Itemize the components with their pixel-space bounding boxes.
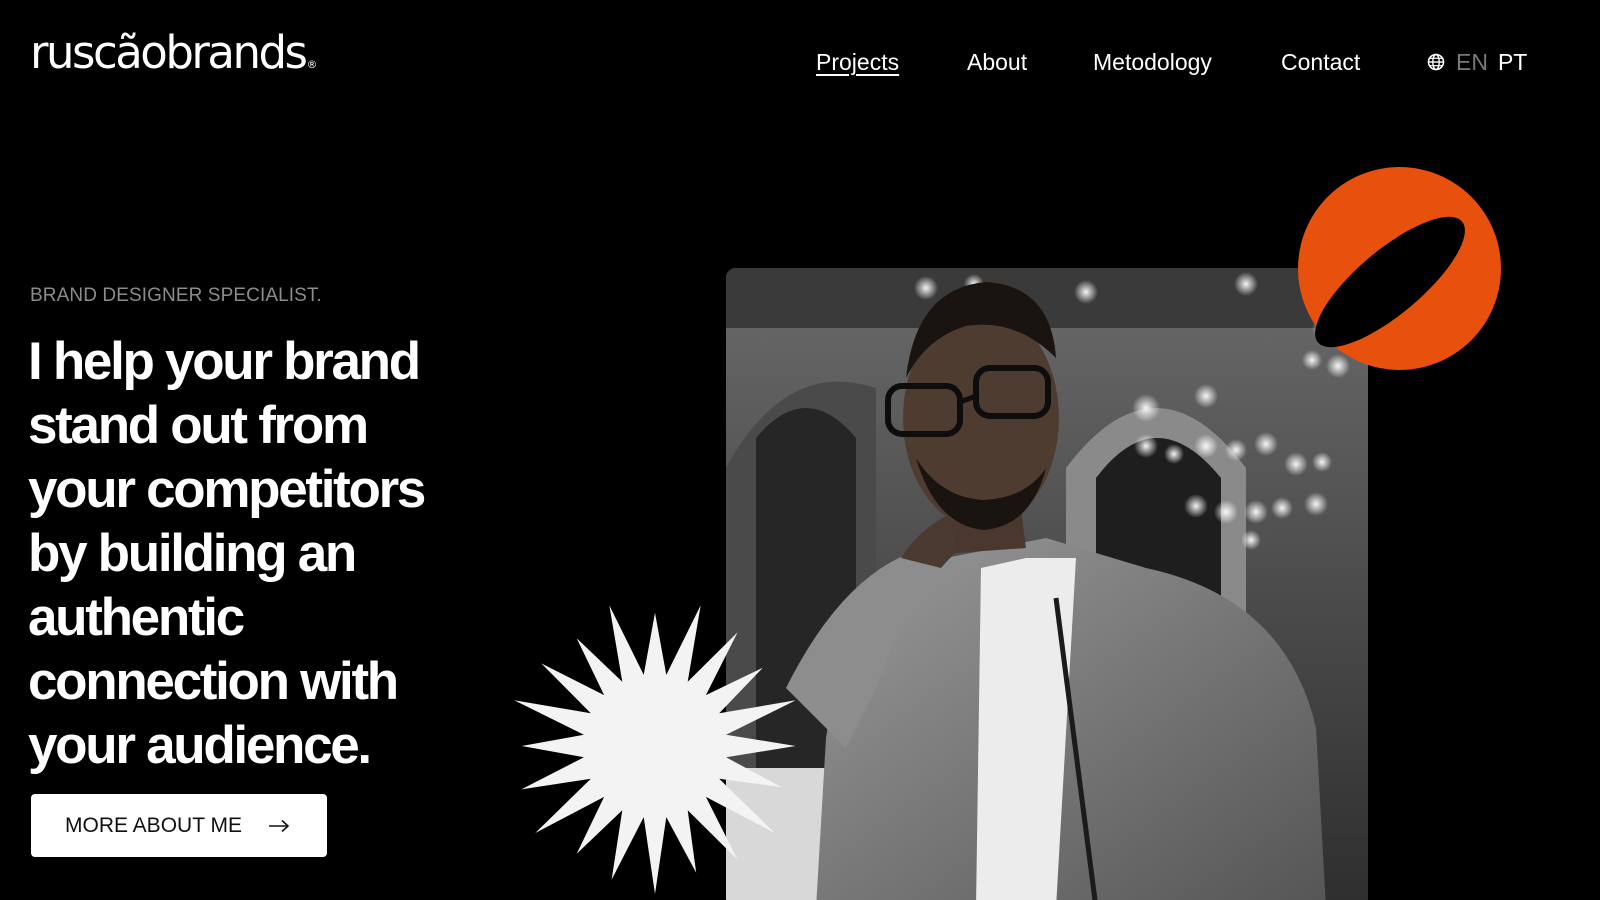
- starburst-decoration: [514, 605, 796, 894]
- headline-line: stand out from: [28, 396, 369, 455]
- main-nav: Projects About Metodology Contact EN PT: [0, 46, 1600, 78]
- headline-line: I help your brand: [28, 332, 421, 391]
- globe-icon: [1427, 53, 1445, 71]
- headline-line: connection with: [28, 652, 399, 711]
- hero-eyebrow: BRAND DESIGNER SPECIALIST.: [30, 285, 322, 306]
- headline-line: by building an: [28, 524, 357, 583]
- portrait-photo: [726, 268, 1368, 900]
- arrow-right-icon: [268, 819, 290, 832]
- language-en-option[interactable]: EN: [1456, 49, 1488, 76]
- hero-headline: I help your brand stand out from your co…: [28, 330, 508, 778]
- nav-projects-link[interactable]: Projects: [816, 46, 899, 78]
- orange-brand-mark: [1298, 167, 1501, 370]
- cta-label: MORE ABOUT ME: [65, 813, 242, 837]
- nav-about-link[interactable]: About: [967, 46, 1027, 78]
- headline-line: your audience.: [28, 716, 372, 775]
- language-pt-option[interactable]: PT: [1498, 49, 1527, 76]
- nav-contact-link[interactable]: Contact: [1281, 46, 1360, 78]
- more-about-me-button[interactable]: MORE ABOUT ME: [31, 794, 327, 857]
- headline-line: your competitors: [28, 460, 426, 519]
- nav-metodology-link[interactable]: Metodology: [1093, 46, 1212, 78]
- language-switcher: EN PT: [1426, 46, 1527, 78]
- headline-line: authentic: [28, 588, 245, 647]
